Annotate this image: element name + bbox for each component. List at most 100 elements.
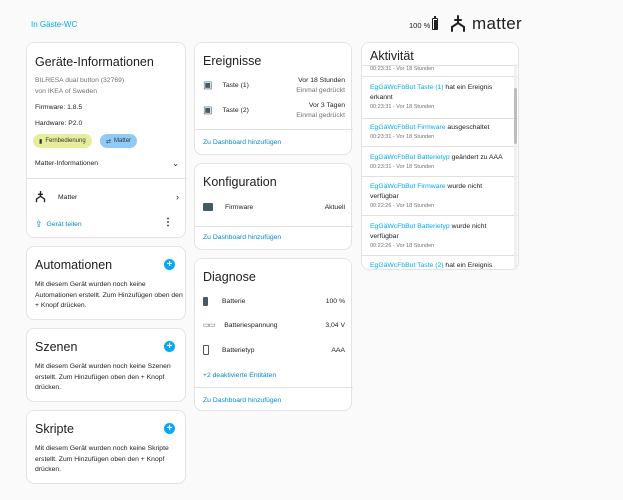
activity-time: 00:23:31 - Vor 18 Stunden	[370, 164, 435, 170]
activity-text-2: erkannt	[370, 94, 393, 101]
activity-scrollbar-thumb[interactable]	[514, 88, 517, 144]
device-manufacturer: von IKEA of Sweden	[35, 88, 97, 95]
battery-voltage-value: 3,04 V	[325, 321, 345, 329]
more-options-icon[interactable]: ⋮	[163, 217, 173, 228]
share-device-button[interactable]: ⇪ Gerät teilen	[35, 219, 82, 230]
event-1-state: Einmal gedrückt	[296, 87, 345, 94]
matter-info-label: Matter-Informationen	[35, 160, 99, 167]
divider	[362, 255, 518, 256]
events-title: Ereignisse	[203, 54, 262, 68]
activity-time: 00:23:31 - Vor 18 Stunden	[370, 104, 435, 110]
battery-icon	[203, 297, 208, 306]
event-2-name: Taste (2)	[222, 107, 249, 114]
add-automation-button[interactable]: +	[164, 259, 175, 270]
chevron-right-icon: ›	[176, 192, 179, 202]
badge-remote-label: Fernbedienung	[45, 138, 86, 144]
battery-row[interactable]: Batterie 100 %	[203, 297, 345, 306]
activity-entity-link[interactable]: Batterietyp	[417, 154, 450, 161]
firmware-config-row[interactable]: Firmware Aktuell	[203, 203, 345, 211]
activity-partial-time: 00:23:31 - Vor 18 Stunden	[370, 66, 435, 72]
badge-remote[interactable]: ▮ Fernbedienung	[33, 134, 92, 148]
event-button-icon: ▣	[203, 80, 213, 91]
activity-text: geändert zu AAA	[449, 154, 503, 161]
badge-matter[interactable]: ⇄ Matter	[100, 134, 138, 148]
battery-voltage-row[interactable]: ▭▭ Batteriespannung 3,04 V	[203, 321, 345, 330]
activity-text: wurde nicht	[445, 183, 483, 190]
activity-text-2: verfügbar	[370, 233, 399, 240]
event-2-time: Vor 3 Tagen	[308, 102, 345, 109]
battery-type-label: Batterietyp	[222, 346, 255, 354]
event-1-name: Taste (1)	[222, 82, 249, 89]
event-button-icon: ▣	[203, 105, 213, 116]
diagnostics-add-dashboard-link[interactable]: Zu Dashboard hinzufügen	[203, 397, 281, 404]
event-2-state: Einmal gedrückt	[296, 112, 345, 119]
activity-device-link[interactable]: EgGäWcFbBut	[370, 262, 415, 269]
activity-text: hat ein Ereignis	[443, 84, 493, 91]
divider	[195, 129, 353, 130]
add-script-button[interactable]: +	[164, 423, 175, 434]
matter-row[interactable]: Matter ›	[35, 191, 179, 203]
divider	[362, 176, 518, 177]
add-scene-button[interactable]: +	[164, 341, 175, 352]
battery-type-row[interactable]: Batterietyp AAA	[203, 345, 345, 355]
scripts-card: Skripte + Mit diesem Gerät wurden noch k…	[26, 410, 186, 484]
activity-text: ausgeschaltet	[445, 124, 490, 131]
activity-entry: EgGäWcFbBut Firmware wurde nicht verfügb…	[370, 182, 510, 211]
diagnostics-card: Diagnose Batterie 100 % ▭▭ Batteriespann…	[194, 258, 353, 411]
scenes-title: Szenen	[35, 340, 78, 354]
activity-entry: EgGäWcFbBut Firmware ausgeschaltet 00:23…	[370, 123, 510, 142]
divider	[195, 387, 353, 388]
battery-percentage: 100 %	[409, 21, 431, 30]
activity-text: hat ein Ereignis	[443, 262, 493, 269]
top-bar: In Gäste-WC 100 % matter	[0, 0, 623, 42]
battery-icon	[432, 16, 438, 30]
activity-device-link[interactable]: EgGäWcFbBut	[370, 124, 415, 131]
battery-type-icon	[203, 345, 209, 355]
diagnostics-title: Diagnose	[203, 270, 256, 284]
activity-device-link[interactable]: EgGäWcFbBut	[370, 223, 415, 230]
events-card: Ereignisse ▣ Taste (1) Vor 18 Stunden Ei…	[194, 42, 353, 155]
divider	[195, 226, 353, 227]
divider	[362, 76, 518, 77]
matter-row-label: Matter	[58, 193, 78, 201]
battery-type-value: AAA	[331, 346, 345, 354]
activity-entity-link[interactable]: Firmware	[417, 124, 445, 131]
divider	[362, 146, 518, 147]
activity-entry: EgGäWcFbBut Batterietyp wurde nicht verf…	[370, 222, 510, 251]
activity-entity-link[interactable]: Taste (1)	[417, 84, 443, 91]
scripts-title: Skripte	[35, 422, 74, 436]
badge-matter-label: Matter	[114, 138, 132, 144]
event-row-2[interactable]: ▣ Taste (2) Vor 3 Tagen Einmal gedrückt	[203, 102, 345, 119]
disabled-entities-link[interactable]: +2 deaktivierte Entitäten	[203, 372, 276, 379]
scripts-empty-text: Mit diesem Gerät wurden noch keine Skrip…	[35, 445, 169, 473]
firmware-version: Firmware: 1.8.5	[35, 104, 83, 111]
area-link[interactable]: In Gäste-WC	[31, 20, 77, 29]
hardware-version: Hardware: P2.0	[35, 120, 83, 127]
config-add-dashboard-link[interactable]: Zu Dashboard hinzufügen	[203, 234, 281, 241]
device-info-card: Geräte-Informationen BILRESA dual button…	[26, 42, 187, 238]
scenes-empty-text: Mit diesem Gerät wurden noch keine Szene…	[35, 363, 171, 391]
activity-time: 00:22:26 - Vor 18 Stunden	[370, 203, 435, 209]
activity-device-link[interactable]: EgGäWcFbBut	[370, 84, 415, 91]
activity-device-link[interactable]: EgGäWcFbBut	[370, 154, 415, 161]
divider	[362, 118, 518, 119]
event-row-1[interactable]: ▣ Taste (1) Vor 18 Stunden Einmal gedrüc…	[203, 77, 345, 94]
matter-info-expander[interactable]: Matter-Informationen ⌄	[35, 159, 179, 168]
activity-device-link[interactable]: EgGäWcFbBut	[370, 183, 415, 190]
automations-title: Automationen	[35, 258, 113, 272]
divider	[362, 215, 518, 216]
firmware-config-value: Aktuell	[324, 203, 345, 211]
configuration-card: Konfiguration Firmware Aktuell Zu Dashbo…	[194, 163, 353, 250]
activity-entity-link[interactable]: Firmware	[417, 183, 445, 190]
remote-icon: ▮	[39, 138, 43, 145]
scenes-card: Szenen + Mit diesem Gerät wurden noch ke…	[26, 328, 186, 402]
activity-time: 00:23:31 - Vor 18 Stunden	[370, 134, 435, 140]
activity-entity-link[interactable]: Batterietyp	[417, 223, 450, 230]
activity-text: wurde nicht	[449, 223, 487, 230]
events-add-dashboard-link[interactable]: Zu Dashboard hinzufügen	[203, 139, 281, 146]
activity-entity-link[interactable]: Taste (2)	[417, 262, 443, 269]
activity-entry: EgGäWcFbBut Batterietyp geändert zu AAA …	[370, 153, 510, 172]
matter-logo: matter	[450, 14, 522, 34]
device-info-title: Geräte-Informationen	[35, 55, 154, 69]
activity-title: Aktivität	[370, 49, 414, 63]
